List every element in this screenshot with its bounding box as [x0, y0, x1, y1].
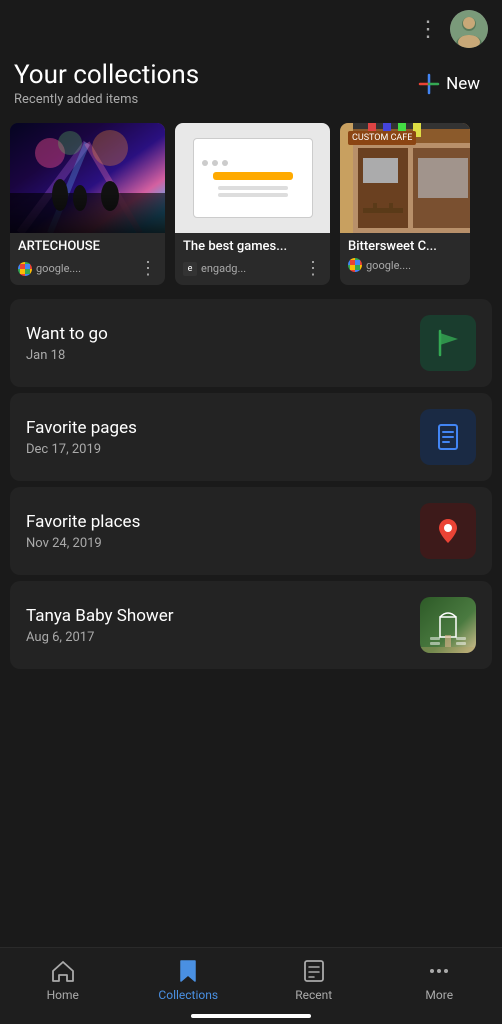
card-artechouse-title: ARTECHOUSE: [18, 239, 157, 254]
browser-lines: [218, 186, 288, 197]
new-collection-button[interactable]: New: [410, 69, 488, 99]
avatar[interactable]: [450, 10, 488, 48]
browser-line-2: [218, 193, 288, 197]
card-bittersweet-meta: google....: [348, 258, 462, 272]
cards-row: ARTECHOUSE google.... ⋮: [0, 109, 502, 293]
card-bittersweet[interactable]: CUSTOM CAFE Bittersweet C...: [340, 123, 470, 285]
document-icon: [432, 421, 464, 453]
card-bittersweet-title: Bittersweet C...: [348, 239, 462, 254]
recent-icon: [301, 958, 327, 984]
collection-favorite-pages-info: Favorite pages Dec 17, 2019: [26, 418, 137, 457]
nav-more[interactable]: More: [409, 958, 469, 1002]
collection-favorite-pages[interactable]: Favorite pages Dec 17, 2019: [10, 393, 492, 481]
tanya-thumb-image: [420, 597, 476, 653]
card-artechouse-menu[interactable]: ⋮: [139, 258, 157, 279]
card-games-source: e engadg...: [183, 262, 246, 276]
nav-collections-label: Collections: [158, 988, 218, 1002]
engadget-icon: e: [183, 262, 197, 276]
collection-favorite-places[interactable]: Favorite places Nov 24, 2019: [10, 487, 492, 575]
card-artechouse-source: google....: [18, 262, 81, 276]
collection-want-to-go-info: Want to go Jan 18: [26, 324, 108, 363]
browser-dot-3: [222, 160, 228, 166]
card-games-meta: e engadg... ⋮: [183, 258, 322, 279]
card-games-menu[interactable]: ⋮: [304, 258, 322, 279]
nav-collections[interactable]: Collections: [158, 958, 218, 1002]
browser-dots: [202, 160, 228, 166]
collection-favorite-places-icon-box: [420, 503, 476, 559]
card-games-source-text: engadg...: [201, 262, 246, 275]
card-bittersweet-source: google....: [348, 258, 411, 272]
bottom-nav: Home Collections Recent More: [0, 947, 502, 1024]
collection-tanya-info: Tanya Baby Shower Aug 6, 2017: [26, 606, 173, 645]
flag-icon: [432, 327, 464, 359]
collections-list: Want to go Jan 18 Favorite pages Dec 17,…: [0, 293, 502, 675]
collection-want-to-go-icon-box: [420, 315, 476, 371]
card-bittersweet-image: CUSTOM CAFE: [340, 123, 470, 233]
collection-favorite-places-date: Nov 24, 2019: [26, 536, 140, 551]
artechouse-overlay: [10, 123, 165, 233]
google-icon-2: [348, 258, 362, 272]
collection-tanya-baby-shower[interactable]: Tanya Baby Shower Aug 6, 2017: [10, 581, 492, 669]
location-pin-icon: [432, 515, 464, 547]
collection-favorite-pages-icon-box: [420, 409, 476, 465]
card-best-games[interactable]: The best games... e engadg... ⋮: [175, 123, 330, 285]
page-title: Your collections: [14, 60, 199, 90]
collection-tanya-name: Tanya Baby Shower: [26, 606, 173, 626]
browser-line-1: [218, 186, 288, 190]
collection-tanya-thumb: [420, 597, 476, 653]
card-games-info: The best games... e engadg... ⋮: [175, 233, 330, 285]
nav-more-label: More: [425, 988, 453, 1002]
card-games-title: The best games...: [183, 239, 322, 254]
card-artechouse-info: ARTECHOUSE google.... ⋮: [10, 233, 165, 285]
card-bittersweet-source-text: google....: [366, 259, 411, 272]
home-indicator: [191, 1014, 311, 1018]
nav-home-label: Home: [47, 988, 79, 1002]
collection-favorite-pages-name: Favorite pages: [26, 418, 137, 438]
menu-dots-icon[interactable]: ⋮: [417, 17, 440, 42]
card-bittersweet-info: Bittersweet C... google....: [340, 233, 470, 278]
home-icon: [50, 958, 76, 984]
header-left: Your collections Recently added items: [14, 60, 199, 107]
plus-icon: [418, 73, 440, 95]
collection-want-to-go-name: Want to go: [26, 324, 108, 344]
nav-recent[interactable]: Recent: [284, 958, 344, 1002]
collection-want-to-go[interactable]: Want to go Jan 18: [10, 299, 492, 387]
browser-dot-1: [202, 160, 208, 166]
new-button-label: New: [446, 74, 480, 94]
collection-tanya-date: Aug 6, 2017: [26, 630, 173, 645]
card-games-image: [175, 123, 330, 233]
browser-bar: [213, 172, 293, 180]
collection-favorite-places-info: Favorite places Nov 24, 2019: [26, 512, 140, 551]
page-subtitle: Recently added items: [14, 92, 199, 107]
top-bar: ⋮: [0, 0, 502, 54]
bittersweet-overlay: CUSTOM CAFE: [353, 123, 471, 233]
games-browser-mockup: [193, 138, 313, 218]
svg-text:CUSTOM CAFE: CUSTOM CAFE: [361, 130, 419, 139]
nav-home[interactable]: Home: [33, 958, 93, 1002]
collection-want-to-go-date: Jan 18: [26, 348, 108, 363]
more-icon: [426, 958, 452, 984]
bookmark-icon: [175, 958, 201, 984]
google-icon: [18, 262, 32, 276]
card-artechouse[interactable]: ARTECHOUSE google.... ⋮: [10, 123, 165, 285]
collection-favorite-places-name: Favorite places: [26, 512, 140, 532]
card-artechouse-meta: google.... ⋮: [18, 258, 157, 279]
card-artechouse-image: [10, 123, 165, 233]
browser-dot-2: [212, 160, 218, 166]
collection-favorite-pages-date: Dec 17, 2019: [26, 442, 137, 457]
nav-recent-label: Recent: [295, 988, 332, 1002]
card-artechouse-source-text: google....: [36, 262, 81, 275]
header: Your collections Recently added items Ne…: [0, 54, 502, 109]
